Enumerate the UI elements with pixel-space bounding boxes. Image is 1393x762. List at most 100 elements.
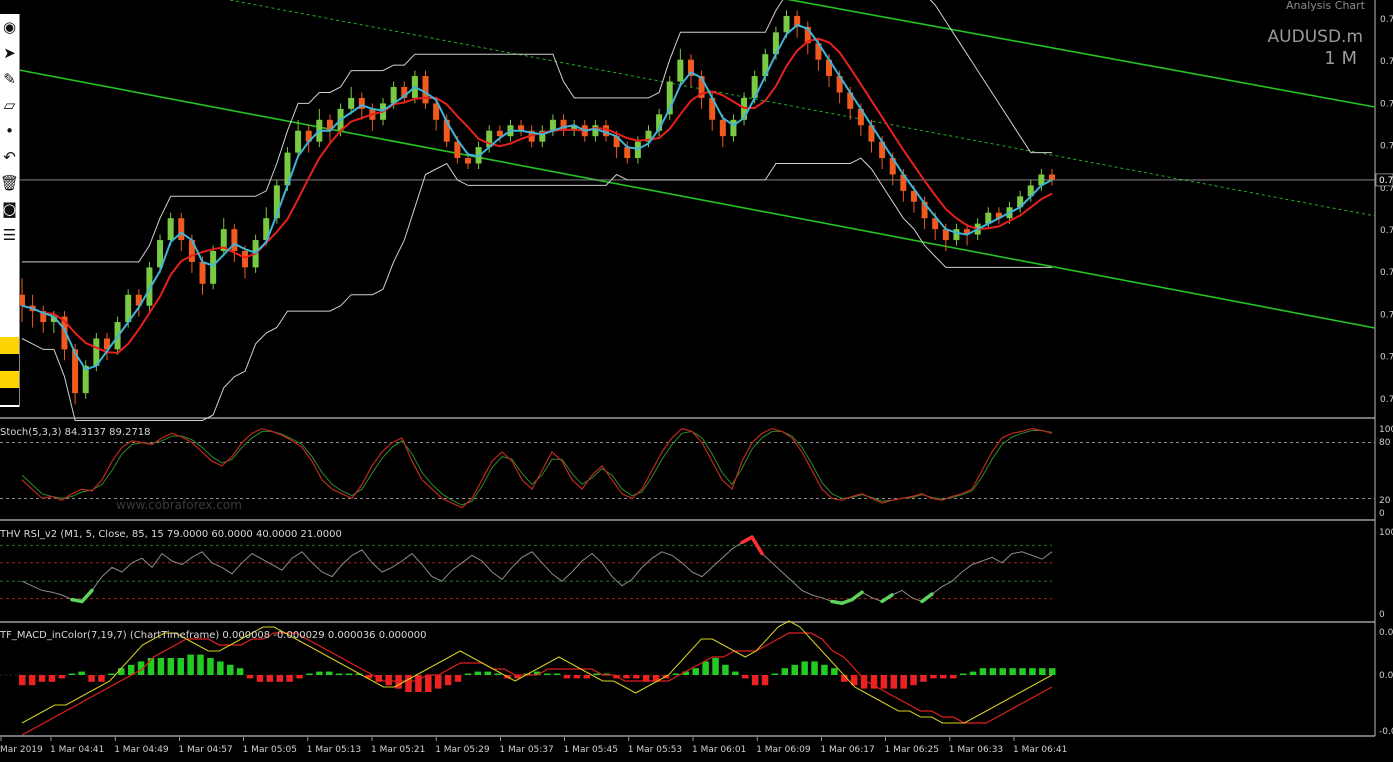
- stoch-label: Stoch(5,3,3) 84.3137 89.2718: [0, 427, 151, 438]
- macd-histogram-bar: [949, 675, 957, 679]
- macd-histogram-bar: [593, 673, 600, 675]
- price-tick-label: 0.7: [1380, 99, 1393, 109]
- envelope-upper: [22, 0, 1052, 263]
- eye-icon[interactable]: ◉: [0, 14, 19, 40]
- time-tick-label: 1 Mar 05:53: [628, 745, 682, 755]
- rsi-extreme-mark: [880, 593, 894, 604]
- macd-signal-line: [21, 632, 1053, 736]
- macd-histogram-bar: [68, 673, 76, 675]
- macd-histogram-bar: [751, 675, 759, 686]
- macd-histogram-bar: [890, 675, 898, 689]
- drawing-toolbar: ◉ ➤ ✎ ▱ • ↶ 🗑 ◙ ☰: [0, 14, 20, 407]
- price-tick-label: 0.7: [1380, 226, 1393, 236]
- dot-icon[interactable]: •: [0, 118, 19, 144]
- time-tick-label: 1 Mar 05:45: [564, 745, 618, 755]
- stoch-tick-label: 20: [1379, 496, 1391, 506]
- time-tick-label: 1 Mar 06:25: [885, 745, 939, 755]
- stoch-main-line: [21, 427, 1053, 509]
- color-swatch[interactable]: [0, 354, 19, 371]
- channel-lower-line: [18, 69, 1376, 329]
- macd-histogram-bar: [444, 675, 452, 686]
- rsi-tick-label: 100: [1379, 528, 1393, 538]
- candle-body: [783, 15, 790, 33]
- camera-icon[interactable]: ◙: [0, 196, 19, 222]
- trash-icon[interactable]: 🗑: [0, 170, 19, 196]
- candle-body: [178, 218, 185, 241]
- window-caption: Analysis Chart: [1286, 0, 1366, 12]
- macd-histogram-bar: [28, 675, 36, 686]
- macd-histogram-bar: [226, 664, 234, 675]
- candle-body: [677, 59, 684, 82]
- undo-icon[interactable]: ↶: [0, 144, 19, 170]
- time-tick-label: 1 Mar 05:13: [307, 745, 361, 755]
- color-swatch[interactable]: [0, 337, 19, 354]
- eraser-icon[interactable]: ▱: [0, 92, 19, 118]
- macd-tick-label: 0.00: [1379, 671, 1393, 681]
- macd-histogram-bar: [623, 675, 630, 679]
- color-swatch[interactable]: [0, 371, 19, 388]
- macd-histogram-bar: [732, 671, 739, 675]
- macd-histogram-bar: [801, 661, 808, 675]
- pencil-icon[interactable]: ✎: [0, 66, 19, 92]
- stoch-tick-label: 100: [1379, 425, 1393, 435]
- candle-body: [422, 76, 429, 104]
- macd-histogram-bar: [969, 671, 977, 675]
- macd-histogram-bar: [454, 675, 462, 682]
- candle-body: [348, 97, 355, 109]
- envelope-lower: [21, 157, 1052, 421]
- macd-histogram-bar: [741, 675, 749, 679]
- moving-average-fast: [21, 23, 1053, 371]
- macd-histogram-bar: [266, 675, 274, 682]
- macd-tick-label: -0.00: [1379, 727, 1393, 737]
- macd-histogram-bar: [19, 675, 26, 686]
- watermark: www.cobraforex.com: [116, 498, 242, 512]
- price-tick-label: 0.7: [1380, 353, 1393, 363]
- macd-histogram-bar: [543, 673, 551, 675]
- macd-histogram-bar: [1039, 668, 1046, 675]
- stoch-tick-label: 0: [1379, 509, 1385, 519]
- price-tick-label: 0.7: [1380, 310, 1393, 320]
- candle-body: [719, 119, 726, 137]
- chart-area[interactable]: 0.70.70.70.70.70.70.70.70.70.70.71008020…: [0, 0, 1393, 762]
- macd-histogram-bar: [791, 664, 798, 675]
- macd-histogram-bar: [187, 654, 194, 675]
- macd-histogram-bar: [48, 675, 56, 682]
- macd-histogram-bar: [256, 675, 264, 682]
- macd-histogram-bar: [296, 675, 303, 679]
- candle-body: [730, 119, 737, 137]
- macd-histogram-bar: [910, 675, 917, 686]
- macd-histogram-bar: [672, 673, 680, 675]
- macd-histogram-bar: [979, 668, 987, 675]
- macd-histogram-bar: [88, 675, 95, 682]
- macd-histogram-bar: [880, 675, 888, 689]
- macd-histogram-bar: [157, 658, 165, 675]
- macd-histogram-bar: [335, 673, 343, 675]
- macd-histogram-bar: [108, 673, 115, 675]
- candle-body: [199, 261, 206, 284]
- macd-histogram-bar: [276, 675, 283, 682]
- macd-histogram-bar: [405, 675, 412, 692]
- macd-tick-label: 0.00: [1379, 628, 1393, 638]
- macd-histogram-bar: [702, 661, 709, 675]
- macd-histogram-bar: [692, 668, 699, 675]
- macd-histogram-bar: [58, 675, 66, 679]
- color-swatches[interactable]: [0, 337, 19, 407]
- macd-histogram-bar: [1019, 668, 1026, 675]
- macd-histogram-bar: [940, 675, 947, 679]
- macd-histogram-bar: [999, 668, 1006, 675]
- macd-histogram-bar: [78, 671, 85, 675]
- channel-upper-line: [786, 0, 1376, 108]
- candle-body: [624, 147, 631, 159]
- macd-histogram-bar: [494, 673, 501, 675]
- macd-histogram-bar: [38, 675, 46, 682]
- macd-histogram-bar: [1049, 668, 1056, 675]
- channel-mid-line: [229, 0, 1376, 217]
- time-tick-label: 1 Mar 04:41: [50, 745, 104, 755]
- time-tick-label: 1 Mar 05:37: [499, 745, 553, 755]
- color-swatch[interactable]: [0, 388, 19, 405]
- notes-icon[interactable]: ☰: [0, 222, 19, 248]
- price-tick-label: 0.7: [1380, 268, 1393, 278]
- macd-histogram-bar: [712, 658, 719, 675]
- macd-histogram-bar: [583, 675, 591, 679]
- cursor-icon[interactable]: ➤: [0, 40, 19, 66]
